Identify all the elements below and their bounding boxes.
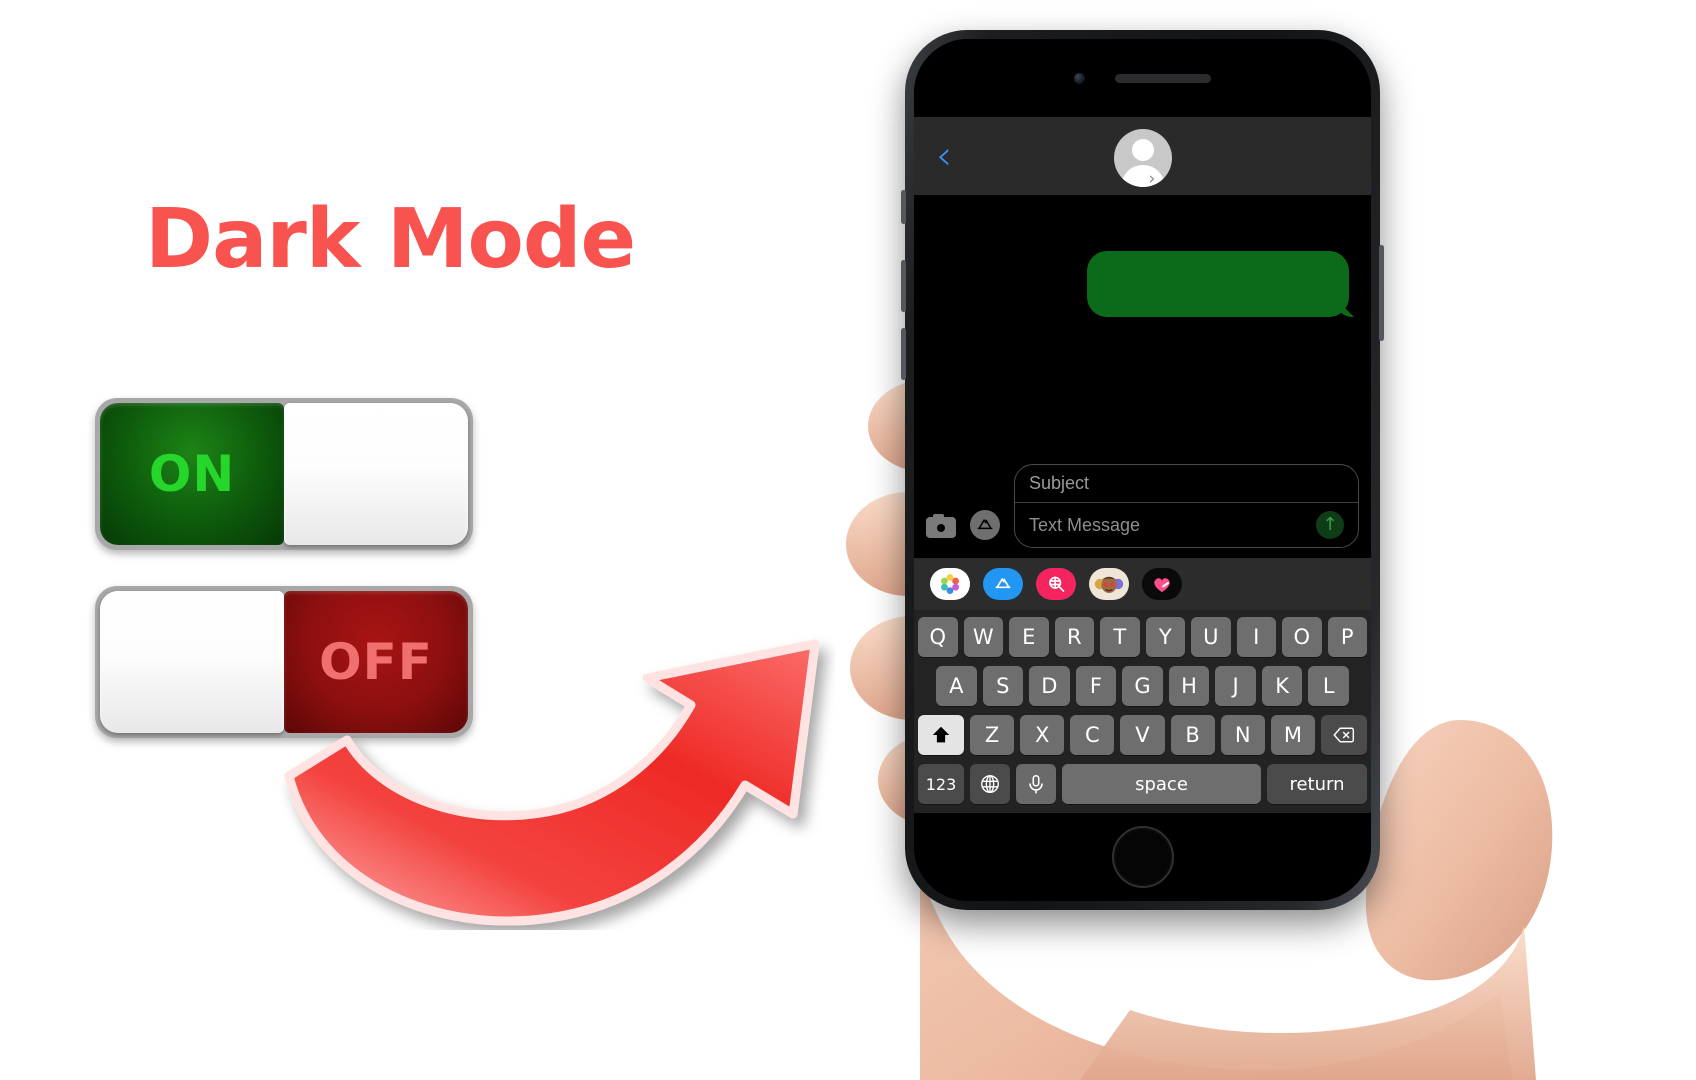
numbers-key[interactable]: 123 xyxy=(918,764,964,804)
key-q[interactable]: Q xyxy=(918,617,958,657)
front-camera-icon xyxy=(1074,72,1085,84)
contact-avatar-icon[interactable] xyxy=(1113,129,1172,187)
key-u[interactable]: U xyxy=(1191,617,1231,657)
keyboard-row-2: ASDFGHJKL xyxy=(918,666,1367,706)
earpiece-speaker xyxy=(1115,73,1211,83)
power-button[interactable] xyxy=(1379,245,1384,341)
globe-icon[interactable] xyxy=(970,764,1010,804)
key-l[interactable]: L xyxy=(1308,666,1350,706)
text-message-row: Text Message ↑ xyxy=(1015,503,1358,547)
key-k[interactable]: K xyxy=(1261,666,1303,706)
key-w[interactable]: W xyxy=(963,617,1003,657)
iphone-device: ‹ › Subject Text Message ↑ Q W E R T Y U… xyxy=(901,30,1384,910)
text-message-input[interactable]: Text Message xyxy=(1029,515,1140,536)
avatar-head xyxy=(1131,139,1154,161)
send-button[interactable]: ↑ xyxy=(1316,511,1344,539)
curved-arrow-icon xyxy=(275,600,835,930)
images-search-app-icon[interactable] xyxy=(1036,568,1076,600)
key-b[interactable]: B xyxy=(1170,715,1215,755)
app-store-app-icon[interactable] xyxy=(983,568,1023,600)
switch-knob[interactable] xyxy=(100,591,284,733)
back-chevron-icon[interactable]: ‹ xyxy=(936,136,952,176)
key-p[interactable]: P xyxy=(1327,617,1367,657)
message-field-group: Subject Text Message ↑ xyxy=(1014,464,1359,548)
poster-canvas: Dark Mode ON OFF ‹ › Subject Text Messag… xyxy=(0,0,1696,1080)
space-key[interactable]: space xyxy=(1062,764,1261,804)
digital-touch-app-icon[interactable] xyxy=(1142,568,1182,600)
key-x[interactable]: X xyxy=(1020,715,1065,755)
key-o[interactable]: O xyxy=(1282,617,1322,657)
key-a[interactable]: A xyxy=(935,666,977,706)
volume-down-button[interactable] xyxy=(901,328,906,380)
key-z[interactable]: Z xyxy=(970,715,1015,755)
switch-knob[interactable] xyxy=(284,403,468,545)
top-bezel xyxy=(914,39,1371,117)
imessage-app-drawer xyxy=(914,558,1371,610)
mute-switch[interactable] xyxy=(901,190,906,224)
memoji-app-icon[interactable] xyxy=(1089,568,1129,600)
key-c[interactable]: C xyxy=(1070,715,1115,755)
message-input-bar: Subject Text Message ↑ xyxy=(914,458,1371,558)
key-e[interactable]: E xyxy=(1009,617,1049,657)
photos-app-icon[interactable] xyxy=(930,568,970,600)
shift-key[interactable] xyxy=(918,715,964,755)
key-h[interactable]: H xyxy=(1168,666,1210,706)
message-thread xyxy=(914,195,1371,458)
key-j[interactable]: J xyxy=(1215,666,1256,706)
key-i[interactable]: I xyxy=(1236,617,1276,657)
key-s[interactable]: S xyxy=(982,666,1024,706)
home-button[interactable] xyxy=(1111,826,1174,888)
key-g[interactable]: G xyxy=(1122,666,1163,706)
microphone-icon[interactable] xyxy=(1016,764,1056,804)
conversation-nav-bar: ‹ › xyxy=(914,117,1371,195)
key-t[interactable]: T xyxy=(1100,617,1140,657)
keyboard-row-3: ZXCVBNM xyxy=(918,715,1367,755)
key-y[interactable]: Y xyxy=(1145,617,1185,657)
dark-mode-on-switch[interactable]: ON xyxy=(95,398,473,550)
backspace-key[interactable] xyxy=(1320,715,1367,755)
key-m[interactable]: M xyxy=(1270,715,1315,755)
keyboard-row-1: QWERTYUIOP xyxy=(918,617,1367,657)
on-screen-keyboard: QWERTYUIOP ASDFGHJKL ZXCVBNM 123 space r… xyxy=(914,610,1371,813)
outgoing-message-bubble[interactable] xyxy=(1087,251,1349,317)
return-key[interactable]: return xyxy=(1267,764,1367,804)
key-d[interactable]: D xyxy=(1029,666,1070,706)
avatar-body xyxy=(1120,165,1165,187)
subject-input[interactable]: Subject xyxy=(1015,465,1358,503)
key-f[interactable]: F xyxy=(1075,666,1117,706)
phone-screen: ‹ › Subject Text Message ↑ Q W E R T Y U… xyxy=(914,117,1371,813)
key-n[interactable]: N xyxy=(1220,715,1265,755)
key-v[interactable]: V xyxy=(1120,715,1165,755)
camera-icon[interactable] xyxy=(926,514,956,538)
switch-on-label: ON xyxy=(100,403,284,545)
keyboard-row-4: 123 space return xyxy=(918,764,1367,804)
contact-detail-chevron-icon[interactable]: › xyxy=(1149,169,1156,189)
key-r[interactable]: R xyxy=(1054,617,1094,657)
page-title: Dark Mode xyxy=(145,192,636,287)
app-store-icon[interactable] xyxy=(970,510,1000,540)
volume-up-button[interactable] xyxy=(901,260,906,312)
bottom-bezel xyxy=(914,813,1371,901)
